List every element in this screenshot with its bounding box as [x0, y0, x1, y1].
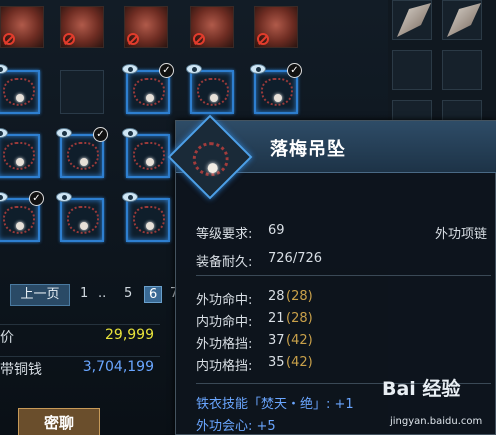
- stat-paren: (28): [286, 311, 313, 326]
- necklace-icon: [133, 78, 165, 106]
- necklace-icon: [192, 142, 229, 177]
- inventory-slot[interactable]: [392, 50, 432, 90]
- necklace-icon: [261, 78, 293, 106]
- eye-icon[interactable]: [0, 64, 8, 74]
- stat-paren: (28): [286, 289, 313, 304]
- stat-label: 外功格挡:: [196, 337, 253, 352]
- game-window: ✓ ✓ ✓ ✓ 上一页 1 .. 5 6 7 价 29,999 带铜钱 3,70…: [0, 0, 496, 435]
- armor-slot[interactable]: [124, 6, 168, 48]
- level-req-label: 等级要求:: [196, 227, 253, 242]
- level-req-value: 69: [268, 223, 285, 238]
- necklace-icon: [3, 142, 35, 170]
- page-link[interactable]: 5: [124, 286, 132, 301]
- crit-bonus: 外功会心: +5: [196, 419, 276, 434]
- price-row: 带铜钱 3,704,199: [0, 356, 160, 378]
- item-title: 落梅吊坠: [270, 139, 346, 160]
- armor-slot[interactable]: [190, 6, 234, 48]
- watermark: Bai 经验 jingyan.baidu.com: [376, 374, 496, 435]
- necklace-slot[interactable]: ✓: [56, 127, 108, 178]
- stat-value: 28: [268, 289, 285, 304]
- armor-slot[interactable]: [254, 6, 298, 48]
- necklace-slot[interactable]: [122, 192, 170, 242]
- price-value: 29,999: [105, 327, 154, 343]
- stat-paren: (42): [286, 355, 313, 370]
- watermark-logo: Bai 经验: [382, 378, 461, 400]
- eye-icon[interactable]: [0, 128, 8, 138]
- check-icon[interactable]: ✓: [287, 63, 302, 78]
- eye-icon[interactable]: [250, 64, 266, 74]
- ban-icon: [3, 33, 15, 45]
- item-type: 外功项链: [435, 227, 488, 242]
- stat-paren: (42): [286, 333, 313, 348]
- necklace-slot[interactable]: [0, 64, 40, 114]
- money-label: 带铜钱: [0, 362, 42, 378]
- necklace-slot[interactable]: [122, 128, 170, 178]
- necklace-slot[interactable]: [186, 64, 234, 114]
- eye-icon[interactable]: [122, 128, 138, 138]
- eye-icon[interactable]: [56, 128, 72, 138]
- stat-value: 35: [268, 355, 285, 370]
- check-icon[interactable]: ✓: [159, 63, 174, 78]
- wing-icon: [447, 3, 481, 37]
- check-icon[interactable]: ✓: [93, 127, 108, 142]
- skill-bonus: 铁衣技能「焚天・绝」: +1: [196, 397, 354, 412]
- necklace-icon: [197, 78, 229, 106]
- stat-label: 内功命中:: [196, 315, 253, 330]
- eye-icon[interactable]: [56, 192, 72, 202]
- necklace-slot[interactable]: ✓: [122, 63, 174, 114]
- durability-label: 装备耐久:: [196, 255, 253, 270]
- page-link[interactable]: 1: [80, 286, 88, 301]
- empty-slot[interactable]: [60, 70, 104, 114]
- necklace-icon: [67, 206, 99, 234]
- price-row: 价 29,999: [0, 324, 160, 346]
- armor-slot[interactable]: [60, 6, 104, 48]
- stat-label: 外功命中:: [196, 293, 253, 308]
- ban-icon: [257, 33, 269, 45]
- prev-page-button[interactable]: 上一页: [10, 284, 70, 306]
- page-ellipsis: ..: [98, 286, 107, 301]
- necklace-slot[interactable]: [56, 192, 104, 242]
- necklace-slot[interactable]: ✓: [0, 191, 44, 242]
- ban-icon: [63, 33, 75, 45]
- inventory-slot[interactable]: [442, 0, 482, 40]
- stat-value: 21: [268, 311, 285, 326]
- page-current[interactable]: 6: [144, 286, 163, 303]
- inventory-slot[interactable]: [392, 0, 432, 40]
- eye-icon[interactable]: [122, 64, 138, 74]
- ban-icon: [127, 33, 139, 45]
- durability-value: 726/726: [268, 251, 323, 266]
- necklace-icon: [133, 206, 165, 234]
- price-label: 价: [0, 330, 14, 346]
- stat-label: 内功格挡:: [196, 359, 253, 374]
- necklace-slot[interactable]: [0, 128, 40, 178]
- necklace-icon: [3, 78, 35, 106]
- necklace-icon: [133, 142, 165, 170]
- eye-icon[interactable]: [122, 192, 138, 202]
- watermark-url: jingyan.baidu.com: [390, 416, 483, 427]
- eye-icon[interactable]: [186, 64, 202, 74]
- wing-icon: [397, 3, 431, 37]
- necklace-icon: [67, 142, 99, 170]
- whisper-button[interactable]: 密聊: [18, 408, 100, 435]
- stat-value: 37: [268, 333, 285, 348]
- check-icon[interactable]: ✓: [29, 191, 44, 206]
- separator: [196, 275, 491, 276]
- inventory-slot[interactable]: [442, 50, 482, 90]
- necklace-slot[interactable]: ✓: [250, 63, 302, 114]
- necklace-icon: [3, 206, 35, 234]
- ban-icon: [193, 33, 205, 45]
- money-value: 3,704,199: [82, 359, 154, 375]
- eye-icon[interactable]: [0, 192, 8, 202]
- armor-slot[interactable]: [0, 6, 44, 48]
